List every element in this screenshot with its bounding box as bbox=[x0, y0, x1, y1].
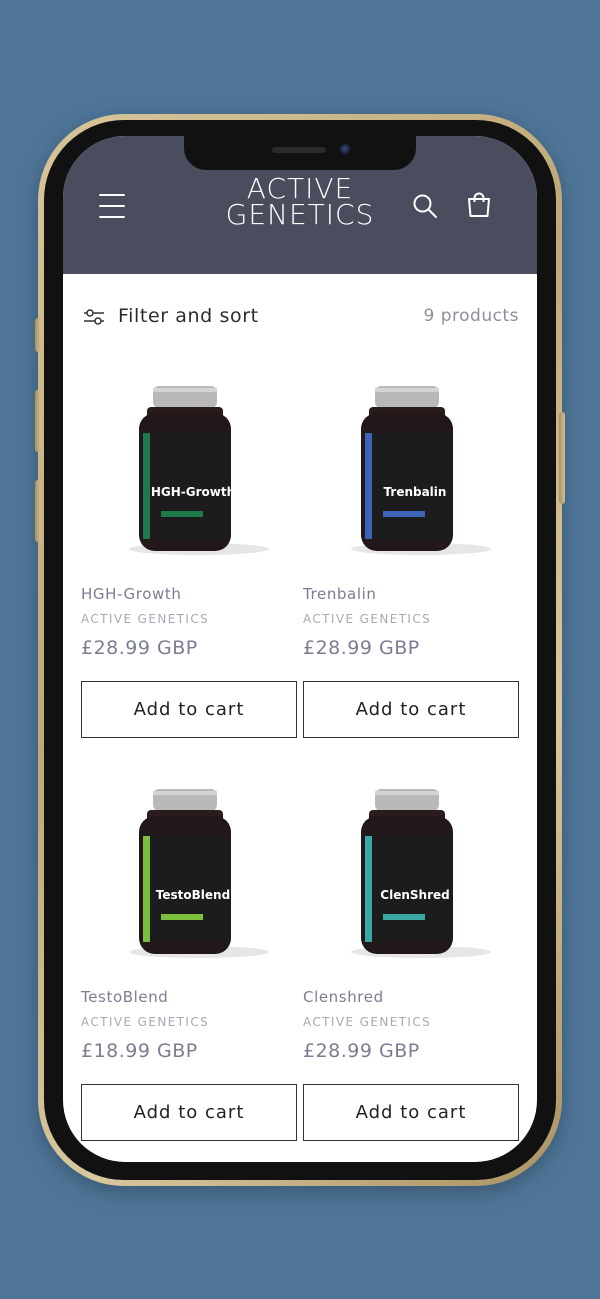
product-image[interactable]: Trenbalin bbox=[303, 361, 519, 561]
product-count: 9 products bbox=[423, 306, 519, 326]
volume-down-button bbox=[35, 480, 41, 542]
product-name[interactable]: Clenshred bbox=[303, 988, 384, 1006]
product-vendor: ACTIVE GENETICS bbox=[303, 1015, 432, 1029]
bottle-label-text: TestoBlend bbox=[156, 888, 230, 902]
product-name[interactable]: TestoBlend bbox=[81, 988, 168, 1006]
volume-up-button bbox=[35, 390, 41, 452]
product-name[interactable]: HGH-Growth bbox=[81, 585, 181, 603]
product-price: £18.99 GBP bbox=[81, 1040, 198, 1062]
product-price: £28.99 GBP bbox=[81, 637, 198, 659]
product-card[interactable]: TestoBlend TestoBlend ACTIVE GENETICS £1… bbox=[81, 764, 297, 1144]
bottle-label-text: ClenShred bbox=[380, 888, 449, 902]
brand-logo[interactable]: ACTIVE GENETICS bbox=[220, 175, 380, 231]
add-to-cart-button[interactable]: Add to cart bbox=[81, 1084, 297, 1141]
bottle-label-text: HGH-Growth bbox=[151, 485, 235, 499]
notch bbox=[184, 136, 416, 170]
phone-screen: ACTIVE GENETICS Filter and sort 9 produc… bbox=[63, 136, 537, 1162]
sliders-icon[interactable] bbox=[83, 307, 105, 327]
hamburger-menu-icon[interactable] bbox=[99, 194, 125, 218]
product-card[interactable]: Trenbalin Trenbalin ACTIVE GENETICS £28.… bbox=[303, 361, 519, 741]
add-to-cart-button[interactable]: Add to cart bbox=[81, 681, 297, 738]
product-card[interactable]: HGH-Growth HGH-Growth ACTIVE GENETICS £2… bbox=[81, 361, 297, 741]
product-vendor: ACTIVE GENETICS bbox=[303, 612, 432, 626]
cart-icon[interactable] bbox=[465, 191, 493, 219]
filter-bar: Filter and sort 9 products bbox=[81, 302, 519, 332]
label-accent-stripe bbox=[365, 433, 372, 539]
label-band bbox=[383, 511, 425, 517]
silent-switch bbox=[35, 318, 41, 352]
label-band bbox=[161, 511, 203, 517]
product-image[interactable]: HGH-Growth bbox=[81, 361, 297, 561]
bottle-label-text: Trenbalin bbox=[384, 485, 447, 499]
product-card[interactable]: ClenShred Clenshred ACTIVE GENETICS £28.… bbox=[303, 764, 519, 1144]
add-to-cart-button[interactable]: Add to cart bbox=[303, 1084, 519, 1141]
filter-and-sort-button[interactable]: Filter and sort bbox=[118, 305, 259, 327]
product-image[interactable]: ClenShred bbox=[303, 764, 519, 964]
add-to-cart-button[interactable]: Add to cart bbox=[303, 681, 519, 738]
label-accent-stripe bbox=[143, 836, 150, 942]
label-accent-stripe bbox=[143, 433, 150, 539]
product-price: £28.99 GBP bbox=[303, 1040, 420, 1062]
label-band bbox=[383, 914, 425, 920]
speaker bbox=[272, 147, 326, 153]
front-camera bbox=[340, 144, 352, 156]
label-accent-stripe bbox=[365, 836, 372, 942]
power-button bbox=[559, 412, 565, 504]
product-vendor: ACTIVE GENETICS bbox=[81, 1015, 210, 1029]
product-image[interactable]: TestoBlend bbox=[81, 764, 297, 964]
product-name[interactable]: Trenbalin bbox=[303, 585, 377, 603]
product-price: £28.99 GBP bbox=[303, 637, 420, 659]
search-icon[interactable] bbox=[412, 193, 438, 219]
product-vendor: ACTIVE GENETICS bbox=[81, 612, 210, 626]
label-band bbox=[161, 914, 203, 920]
logo-line-2: GENETICS bbox=[225, 198, 375, 231]
